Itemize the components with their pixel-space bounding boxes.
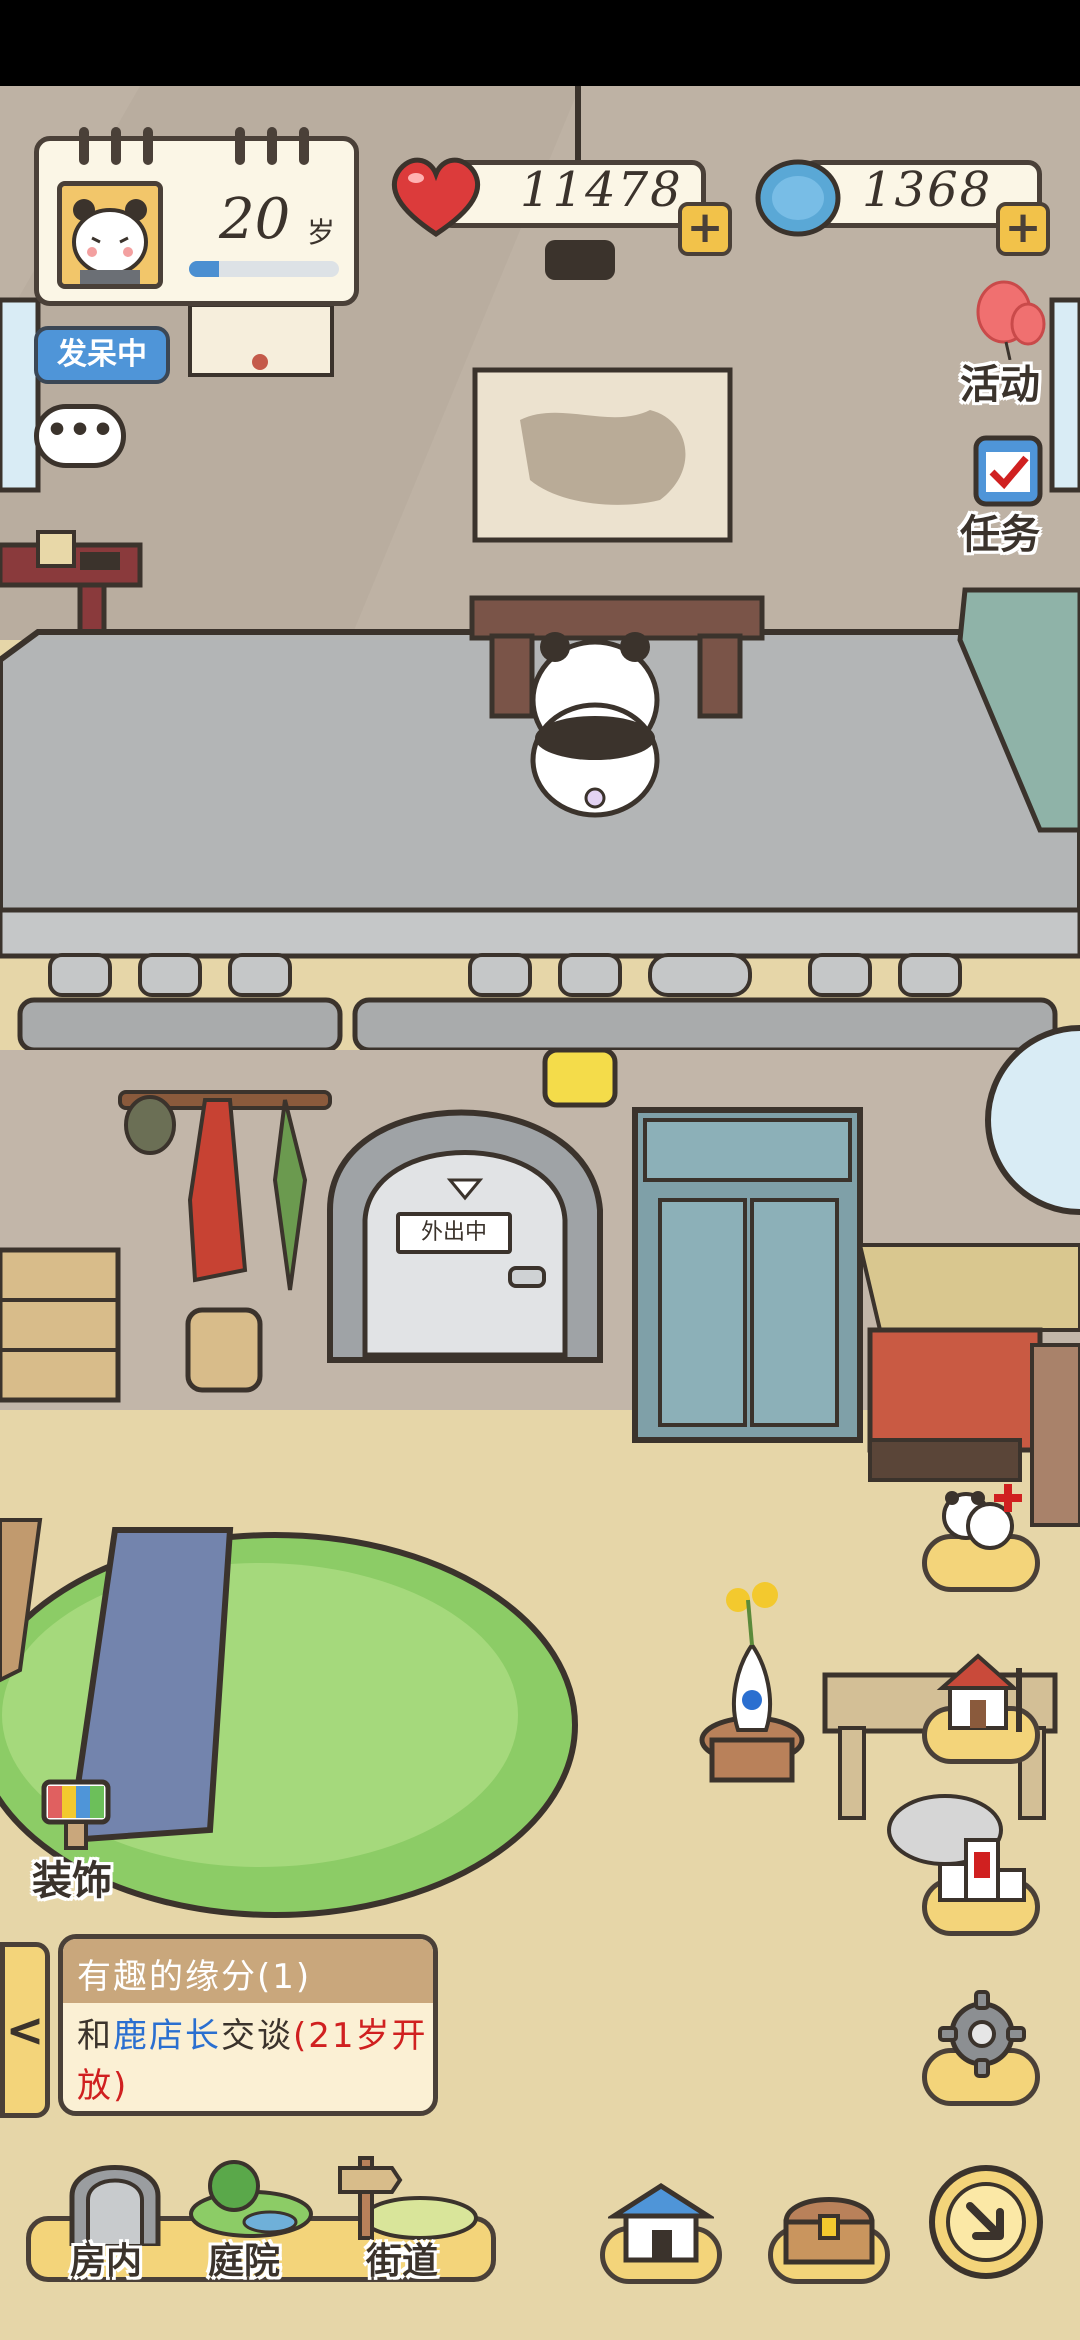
heart-icon [391,157,481,237]
binder-ring [79,127,89,165]
mailbox-house-icon [936,1653,1022,1732]
signpost-icon [338,2156,478,2240]
garden-icon [189,2160,313,2238]
decorate-label: 装饰 [32,1858,112,1904]
quest-npc-name: 鹿店长 [113,2016,221,2056]
panda-character[interactable] [520,620,670,820]
age-progress-bar [189,261,339,277]
task-label: 任务 [960,512,1040,558]
quest-prefix: 和 [77,2016,113,2056]
arrow-down-right-icon [929,2165,1043,2279]
binder-ring [235,127,245,165]
hearts-value: 11478 [520,162,683,218]
clipboard-check-icon [973,435,1043,507]
clover-value: 1368 [862,162,993,218]
balloon-icon [976,280,1046,360]
decorate-button[interactable]: 装饰 [30,1776,130,1906]
panda-avatar-icon [62,186,158,284]
gear-icon [938,1990,1026,2078]
settings-button[interactable] [920,1990,1044,2110]
treasure-chest-button[interactable] [764,2180,894,2284]
podium-icon [938,1838,1026,1902]
age-progress-fill [189,261,219,277]
treasure-chest-icon [783,2197,875,2265]
collapse-menu-button[interactable] [924,2160,1048,2284]
house-icon [608,2183,714,2263]
chat-button[interactable]: ••• [34,404,126,468]
quest-description: 和鹿店长交谈(21岁开放) [77,2011,433,2111]
age-unit: 岁 [307,216,336,249]
add-hearts-button[interactable]: + [678,202,732,256]
home-visit-button[interactable] [920,1648,1044,1768]
status-bar [0,0,1080,86]
nav-tab-indoor[interactable]: 房内 [54,2150,174,2282]
bottle-cap-icon [755,159,841,237]
speech-bubble-icon: ••• [45,410,115,451]
nav-tab-label: 庭院 [208,2241,281,2282]
friends-add-icon [942,1484,1022,1550]
binder-ring [299,127,309,165]
door-sign: 外出中 [396,1212,512,1254]
binder-ring [267,127,277,165]
binder-ring [111,127,121,165]
game-scene: 20 岁 发呆中 ••• 11478 + 1368 + 活动 任务 外出中 装饰… [0,0,1080,2340]
activity-label: 活动 [960,362,1040,408]
nav-tab-label: 街道 [366,2241,439,2282]
status-badge: 发呆中 [34,326,170,384]
quest-title: 有趣的缘分(1) [77,1957,312,1997]
profile-card[interactable]: 20 岁 [34,127,359,306]
clover-counter: 1368 + [752,150,1052,256]
age-value: 20 [219,187,291,252]
add-clover-button[interactable]: + [996,202,1050,256]
ranking-button[interactable] [920,1820,1044,1940]
activity-button[interactable]: 活动 [956,280,1066,410]
binder-ring [143,127,153,165]
quest-collapse-button[interactable]: < [0,1942,50,2118]
nav-tab-yard[interactable]: 庭院 [186,2150,316,2282]
nav-tab-street[interactable]: 街道 [330,2150,480,2282]
quest-action: 交谈 [221,2016,293,2056]
paintbrush-icon [41,1779,111,1850]
task-button[interactable]: 任务 [956,430,1066,560]
avatar[interactable] [57,181,163,289]
friends-button[interactable] [920,1476,1044,1596]
hearts-counter: 11478 + [388,150,734,256]
house-button[interactable] [596,2180,726,2284]
quest-panel[interactable]: 有趣的缘分(1) 和鹿店长交谈(21岁开放) [58,1934,438,2116]
nav-tab-label: 房内 [70,2241,143,2282]
